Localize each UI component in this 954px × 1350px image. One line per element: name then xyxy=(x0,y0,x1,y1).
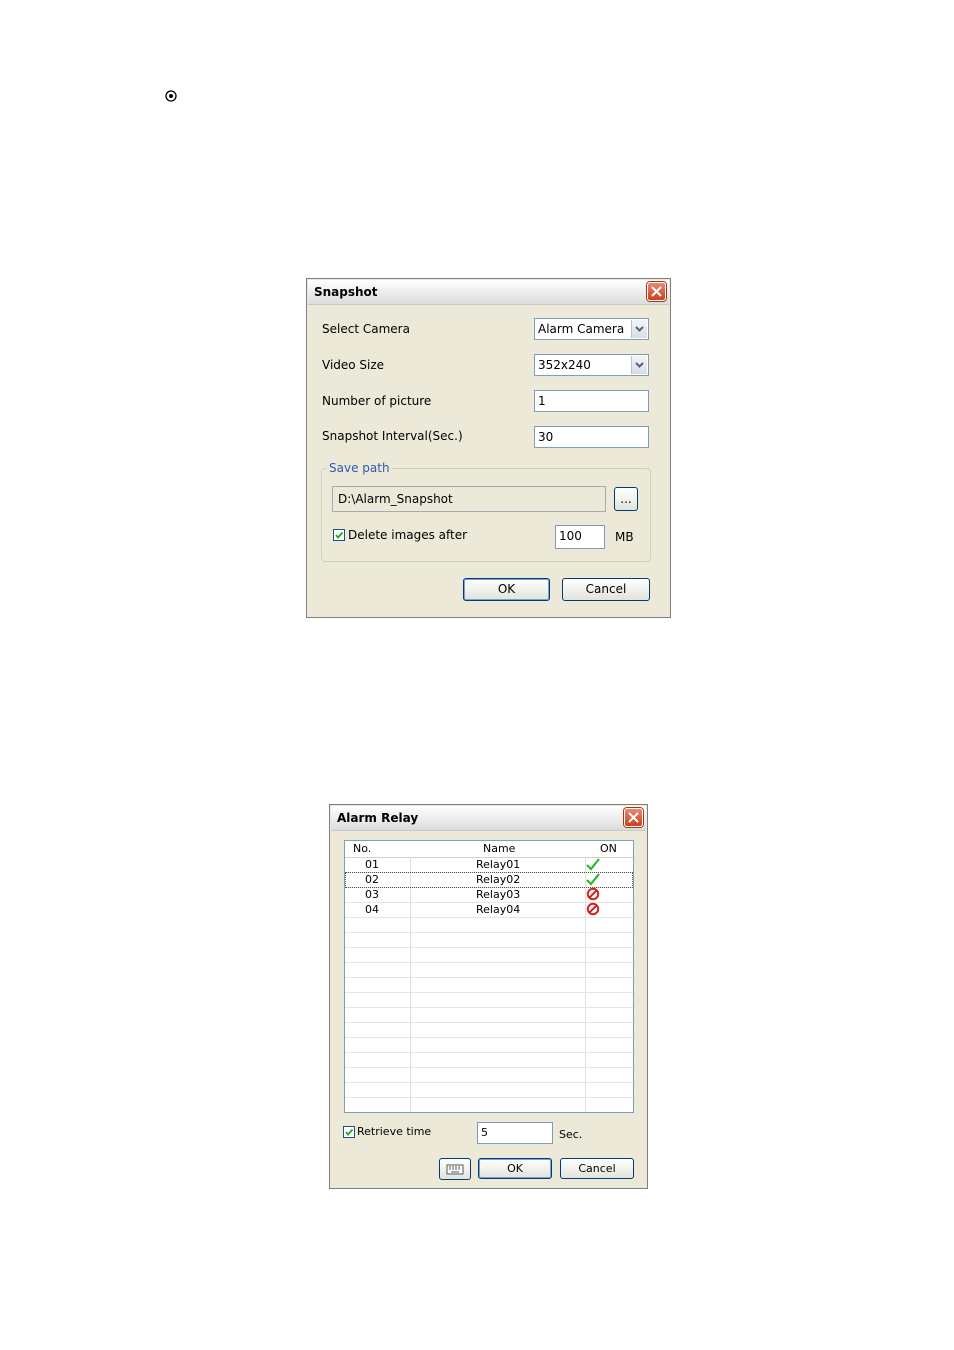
chevron-down-icon xyxy=(635,326,644,332)
relay-no: 02 xyxy=(365,873,379,886)
number-of-picture-input[interactable]: 1 xyxy=(534,390,649,412)
retrieve-time-checkbox[interactable] xyxy=(343,1126,355,1138)
ok-button[interactable]: OK xyxy=(463,578,550,601)
list-header: No. Name ON xyxy=(345,841,633,858)
empty-row xyxy=(345,977,633,993)
cancel-button[interactable]: Cancel xyxy=(562,578,650,601)
empty-row xyxy=(345,962,633,978)
relay-no: 01 xyxy=(365,858,379,871)
ok-button[interactable]: OK xyxy=(478,1158,552,1179)
column-header-name[interactable]: Name xyxy=(483,842,515,855)
keyboard-icon xyxy=(446,1164,464,1175)
browse-button[interactable]: ... xyxy=(614,487,638,511)
checkmark-icon xyxy=(335,531,344,539)
snapshot-interval-label: Snapshot Interval(Sec.) xyxy=(322,429,463,443)
empty-row xyxy=(345,947,633,963)
video-size-value: 352x240 xyxy=(538,358,591,372)
column-header-on[interactable]: ON xyxy=(600,842,617,855)
relay-no: 04 xyxy=(365,903,379,916)
empty-row xyxy=(345,1022,633,1038)
retrieve-time-unit: Sec. xyxy=(559,1128,583,1141)
empty-row xyxy=(345,1007,633,1023)
video-size-label: Video Size xyxy=(322,358,385,372)
radio-bullet-icon xyxy=(165,90,177,102)
empty-row xyxy=(345,1082,633,1098)
checkmark-icon xyxy=(345,1128,354,1136)
video-size-dropdown[interactable]: 352x240 xyxy=(534,354,649,376)
relay-list[interactable]: No. Name ON 01 Relay01 02 Relay02 03 Rel… xyxy=(344,840,634,1113)
dropdown-button[interactable] xyxy=(631,320,647,338)
close-icon xyxy=(651,286,662,297)
save-path-group-label: Save path xyxy=(327,461,392,475)
select-camera-dropdown[interactable]: Alarm Camera xyxy=(534,318,649,340)
empty-row xyxy=(345,1052,633,1068)
delete-images-checkbox[interactable] xyxy=(333,529,345,541)
relay-name: Relay01 xyxy=(476,858,521,871)
snapshot-interval-input[interactable]: 30 xyxy=(534,426,649,448)
empty-row xyxy=(345,1037,633,1053)
snapshot-dialog: Snapshot Select Camera Alarm Camera Vide… xyxy=(306,278,671,618)
close-icon xyxy=(628,812,639,823)
list-item[interactable]: 04 Relay04 xyxy=(345,902,633,918)
column-header-no[interactable]: No. xyxy=(353,842,371,855)
retrieve-time-label: Retrieve time xyxy=(357,1125,432,1138)
alarm-relay-dialog: Alarm Relay No. Name ON 01 Relay01 02 Re… xyxy=(329,804,648,1189)
dialog-title: Alarm Relay xyxy=(337,811,419,825)
dropdown-button[interactable] xyxy=(631,356,647,374)
select-camera-label: Select Camera xyxy=(322,322,410,336)
cancel-button[interactable]: Cancel xyxy=(560,1158,634,1179)
close-button[interactable] xyxy=(624,808,643,827)
keyboard-button[interactable] xyxy=(439,1158,471,1180)
list-item[interactable]: 02 Relay02 xyxy=(345,872,633,888)
save-path-field: D:\Alarm_Snapshot xyxy=(332,486,606,512)
number-of-picture-label: Number of picture xyxy=(322,394,432,408)
delete-images-label: Delete images after xyxy=(348,528,468,542)
relay-name: Relay04 xyxy=(476,903,521,916)
empty-row xyxy=(345,917,633,933)
alarm-relay-titlebar[interactable]: Alarm Relay xyxy=(331,806,646,831)
no-icon[interactable] xyxy=(586,887,600,901)
no-icon[interactable] xyxy=(586,902,600,916)
snapshot-titlebar[interactable]: Snapshot xyxy=(308,280,669,305)
empty-row xyxy=(345,932,633,948)
check-icon[interactable] xyxy=(585,857,601,872)
empty-row xyxy=(345,1067,633,1083)
delete-images-input[interactable]: 100 xyxy=(555,525,605,549)
retrieve-time-input[interactable]: 5 xyxy=(477,1122,553,1144)
close-button[interactable] xyxy=(647,282,666,301)
empty-row xyxy=(345,1097,633,1112)
list-item[interactable]: 03 Relay03 xyxy=(345,887,633,903)
relay-no: 03 xyxy=(365,888,379,901)
list-item[interactable]: 01 Relay01 xyxy=(345,857,633,873)
dialog-title: Snapshot xyxy=(314,285,378,299)
relay-name: Relay03 xyxy=(476,888,521,901)
empty-row xyxy=(345,992,633,1008)
chevron-down-icon xyxy=(635,362,644,368)
delete-images-unit: MB xyxy=(615,530,634,544)
check-icon[interactable] xyxy=(585,872,601,887)
relay-name: Relay02 xyxy=(476,873,521,886)
select-camera-value: Alarm Camera xyxy=(538,322,625,336)
